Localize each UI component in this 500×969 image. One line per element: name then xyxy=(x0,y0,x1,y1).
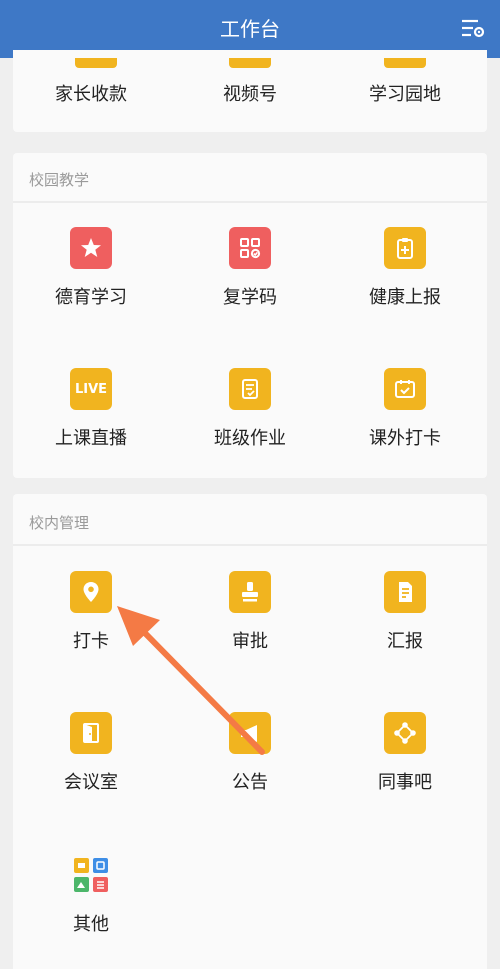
live-icon-text: LIVE xyxy=(74,381,108,397)
item-label: 公告 xyxy=(232,772,268,793)
megaphone-icon xyxy=(229,712,271,754)
item-label: 学习园地 xyxy=(369,84,441,105)
report-document-icon xyxy=(384,571,426,613)
location-pin-icon xyxy=(70,571,112,613)
parent-payment-item[interactable]: 家长收款 xyxy=(16,80,166,106)
health-report-item[interactable]: 健康上报 xyxy=(330,227,480,309)
item-label: 上课直播 xyxy=(55,428,127,449)
campus-teaching-section: 校园教学 德育学习 复学码 健康上报 LIVE 上课直播 班级作业 课外打卡 xyxy=(13,153,487,478)
stamp-icon xyxy=(229,571,271,613)
class-homework-item[interactable]: 班级作业 xyxy=(175,368,325,450)
colleague-forum-item[interactable]: 同事吧 xyxy=(330,712,480,794)
health-clipboard-icon xyxy=(384,227,426,269)
video-channel-icon xyxy=(229,58,271,68)
section-title: 校内管理 xyxy=(29,514,90,532)
item-label: 复学码 xyxy=(223,287,277,308)
apps-grid-icon xyxy=(70,854,112,896)
qr-code-icon xyxy=(229,227,271,269)
network-icon xyxy=(384,712,426,754)
calendar-check-icon xyxy=(384,368,426,410)
campus-management-section: 校内管理 打卡 审批 汇报 会议室 公告 同事吧 其他 xyxy=(13,494,487,969)
item-label: 审批 xyxy=(232,631,268,652)
other-item[interactable]: 其他 xyxy=(16,854,166,936)
return-code-item[interactable]: 复学码 xyxy=(175,227,325,309)
announcement-item[interactable]: 公告 xyxy=(175,712,325,794)
item-label: 课外打卡 xyxy=(369,428,441,449)
extracurricular-checkin-item[interactable]: 课外打卡 xyxy=(330,368,480,450)
homework-icon xyxy=(229,368,271,410)
item-label: 其他 xyxy=(73,914,109,935)
live-icon: LIVE xyxy=(70,368,112,410)
item-label: 家长收款 xyxy=(55,84,127,105)
report-item[interactable]: 汇报 xyxy=(330,571,480,653)
study-garden-icon xyxy=(384,58,426,68)
item-label: 视频号 xyxy=(223,84,277,105)
item-label: 汇报 xyxy=(387,631,423,652)
section-title: 校园教学 xyxy=(29,171,90,189)
shortcut-card-top: 家长收款 视频号 学习园地 xyxy=(13,50,487,132)
study-garden-item[interactable]: 学习园地 xyxy=(330,80,480,106)
divider xyxy=(13,544,487,546)
item-label: 健康上报 xyxy=(369,287,441,308)
star-icon xyxy=(70,227,112,269)
item-label: 打卡 xyxy=(73,631,109,652)
meeting-room-item[interactable]: 会议室 xyxy=(16,712,166,794)
live-class-item[interactable]: LIVE 上课直播 xyxy=(16,368,166,450)
check-in-item[interactable]: 打卡 xyxy=(16,571,166,653)
item-label: 德育学习 xyxy=(55,287,127,308)
parent-payment-icon xyxy=(75,58,117,68)
item-label: 会议室 xyxy=(64,772,118,793)
settings-icon[interactable] xyxy=(460,17,486,41)
approval-item[interactable]: 审批 xyxy=(175,571,325,653)
divider xyxy=(13,201,487,203)
moral-study-item[interactable]: 德育学习 xyxy=(16,227,166,309)
door-icon xyxy=(70,712,112,754)
video-channel-item[interactable]: 视频号 xyxy=(175,80,325,106)
item-label: 同事吧 xyxy=(378,772,432,793)
item-label: 班级作业 xyxy=(214,428,286,449)
